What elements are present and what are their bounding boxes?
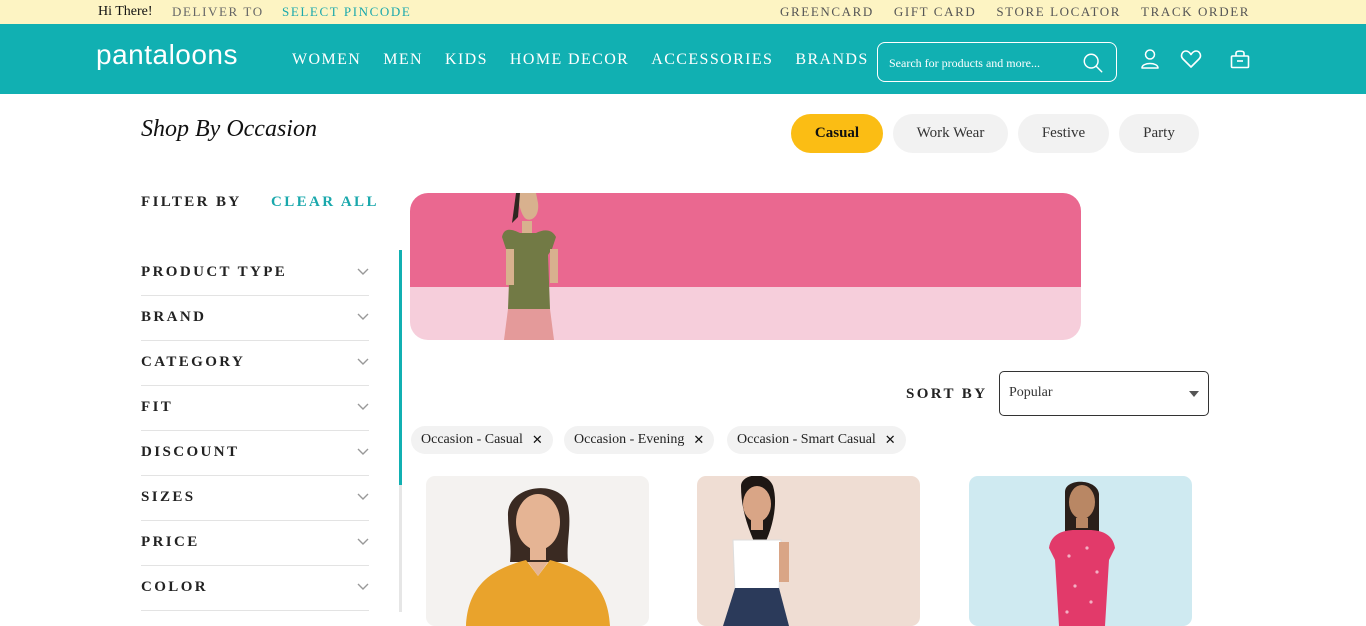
facet-label: PRICE	[141, 534, 200, 550]
dropdown-caret-icon	[1189, 391, 1199, 397]
search-icon[interactable]	[1082, 52, 1104, 74]
filter-facet-price[interactable]: PRICE	[141, 521, 369, 566]
chevron-down-icon	[357, 358, 369, 365]
sort-by-label: SORT BY	[906, 386, 988, 402]
chevron-down-icon	[357, 403, 369, 410]
nav-men[interactable]: MEN	[383, 51, 423, 69]
occasion-pill-work-wear[interactable]: Work Wear	[893, 114, 1008, 153]
product-image	[466, 488, 610, 626]
user-icon[interactable]	[1140, 48, 1160, 70]
page-title: Shop By Occasion	[141, 116, 317, 142]
facet-label: COLOR	[141, 579, 209, 595]
occasion-banner[interactable]	[410, 193, 1081, 340]
product-card[interactable]	[969, 476, 1192, 626]
chevron-down-icon	[357, 268, 369, 275]
facet-label: BRAND	[141, 309, 207, 325]
chevron-down-icon	[357, 583, 369, 590]
filter-facet-brand[interactable]: BRAND	[141, 296, 369, 341]
product-card[interactable]	[426, 476, 649, 626]
top-links: GREENCARD GIFT CARD STORE LOCATOR TRACK …	[780, 4, 1250, 20]
product-card[interactable]	[697, 476, 920, 626]
nav-women[interactable]: WOMEN	[292, 51, 361, 69]
greeting-text: Hi There!	[98, 4, 153, 19]
nav-accessories[interactable]: ACCESSORIES	[651, 51, 773, 69]
filter-facet-sizes[interactable]: SIZES	[141, 476, 369, 521]
filter-scroll-thumb[interactable]	[399, 250, 402, 485]
sort-select[interactable]: Popular	[999, 371, 1209, 416]
chevron-down-icon	[357, 493, 369, 500]
main-header: pantaloons WOMEN MEN KIDS HOME DECOR ACC…	[0, 24, 1366, 94]
track-order-link[interactable]: TRACK ORDER	[1141, 4, 1250, 20]
deliver-to-label: DELIVER TO	[172, 4, 264, 19]
applied-filter-chip: Occasion - Casual ✕	[411, 426, 553, 454]
nav-kids[interactable]: KIDS	[445, 51, 488, 69]
chevron-down-icon	[357, 538, 369, 545]
filter-by-heading: FILTER BY	[141, 194, 242, 210]
product-image	[1049, 481, 1115, 626]
chip-label: Occasion - Casual	[421, 432, 523, 447]
filter-facet-fit[interactable]: FIT	[141, 386, 369, 431]
heart-icon[interactable]	[1180, 48, 1202, 70]
filter-facet-product-type[interactable]: PRODUCT TYPE	[141, 251, 369, 296]
filter-facet-category[interactable]: CATEGORY	[141, 341, 369, 386]
applied-filter-chip: Occasion - Smart Casual ✕	[727, 426, 906, 454]
product-image	[723, 476, 789, 626]
gift-card-link[interactable]: GIFT CARD	[894, 4, 976, 20]
search-box	[877, 42, 1117, 82]
chip-label: Occasion - Smart Casual	[737, 432, 876, 447]
pantaloons-logo[interactable]: pantaloons	[96, 39, 238, 71]
select-pincode-link[interactable]: SELECT PINCODE	[282, 4, 411, 20]
facet-label: SIZES	[141, 489, 196, 505]
main-nav: WOMEN MEN KIDS HOME DECOR ACCESSORIES BR…	[292, 51, 869, 69]
facet-label: CATEGORY	[141, 354, 246, 370]
close-icon[interactable]: ✕	[532, 433, 543, 448]
filter-facet-discount[interactable]: DISCOUNT	[141, 431, 369, 476]
facet-label: PRODUCT TYPE	[141, 264, 288, 280]
chip-label: Occasion - Evening	[574, 432, 685, 447]
store-locator-link[interactable]: STORE LOCATOR	[996, 4, 1121, 20]
chevron-down-icon	[357, 448, 369, 455]
bag-icon[interactable]	[1229, 48, 1251, 70]
search-input[interactable]	[887, 53, 1072, 73]
chevron-down-icon	[357, 313, 369, 320]
facet-label: FIT	[141, 399, 174, 415]
nav-home-decor[interactable]: HOME DECOR	[510, 51, 629, 69]
close-icon[interactable]: ✕	[885, 433, 896, 448]
clear-all-button[interactable]: CLEAR ALL	[271, 194, 379, 211]
occasion-pill-casual[interactable]: Casual	[791, 114, 883, 153]
greencard-link[interactable]: GREENCARD	[780, 4, 874, 20]
occasion-pill-party[interactable]: Party	[1119, 114, 1199, 153]
nav-brands[interactable]: BRANDS	[795, 51, 868, 69]
top-strip: Hi There! DELIVER TO SELECT PINCODE GREE…	[0, 0, 1366, 24]
occasion-pill-festive[interactable]: Festive	[1018, 114, 1109, 153]
applied-filter-chip: Occasion - Evening ✕	[564, 426, 715, 454]
close-icon[interactable]: ✕	[693, 433, 704, 448]
facet-label: DISCOUNT	[141, 444, 240, 460]
sort-selected-value: Popular	[1009, 385, 1053, 400]
filter-facet-color[interactable]: COLOR	[141, 566, 369, 611]
banner-model-image	[502, 193, 558, 340]
